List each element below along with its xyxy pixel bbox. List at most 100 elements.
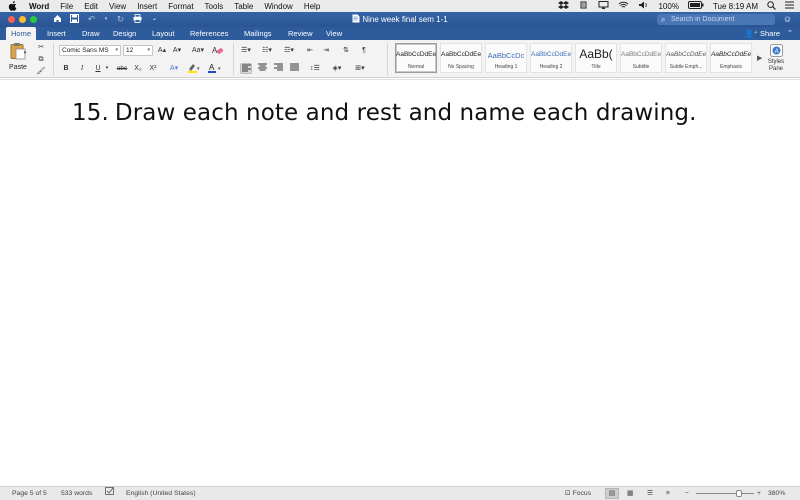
justify-button[interactable] xyxy=(288,63,300,74)
style-name: Heading 1 xyxy=(494,64,518,70)
align-center-button[interactable] xyxy=(256,63,268,74)
shrink-font-icon[interactable]: A▾ xyxy=(171,45,183,56)
menu-view[interactable]: View xyxy=(109,2,126,11)
search-input[interactable] xyxy=(671,16,771,23)
superscript-button[interactable]: X² xyxy=(147,63,159,74)
menu-edit[interactable]: Edit xyxy=(84,2,98,11)
battery-icon[interactable] xyxy=(687,1,704,11)
tab-view[interactable]: View xyxy=(321,27,347,40)
document-icon xyxy=(352,14,360,23)
share-button[interactable]: 👤⁺ Share xyxy=(745,27,780,40)
menu-table[interactable]: Table xyxy=(234,2,253,11)
style-subtle-emphasis[interactable]: AaBbCcDdEe Subtle Emph... xyxy=(665,43,707,73)
style-normal[interactable]: AaBbCcDdEe Normal xyxy=(395,43,437,73)
underline-button[interactable]: U xyxy=(92,63,104,74)
tab-draw[interactable]: Draw xyxy=(77,27,105,40)
feedback-smiley-icon[interactable]: ☺ xyxy=(782,14,793,25)
format-painter-icon[interactable]: 🖌 xyxy=(35,66,47,77)
proofing-icon[interactable] xyxy=(105,487,115,500)
style-subtitle[interactable]: AaBbCcDdEe Subtitle xyxy=(620,43,662,73)
menu-format[interactable]: Format xyxy=(168,2,193,11)
font-size-dropdown[interactable]: 12 ▾ xyxy=(123,45,153,56)
web-layout-view-icon[interactable]: ▦ xyxy=(627,487,633,500)
gallery-next-arrow-icon[interactable]: ▶ xyxy=(757,54,762,62)
word-count[interactable]: 533 words xyxy=(61,487,92,500)
bullets-icon[interactable]: ☰▾ xyxy=(238,45,254,56)
styles-pane-button[interactable]: A Styles Pane xyxy=(764,44,788,73)
print-layout-view-icon[interactable]: ▤ xyxy=(605,488,619,499)
tab-mailings[interactable]: Mailings xyxy=(239,27,277,40)
styles-pane-label-2: Pane xyxy=(768,66,783,72)
align-right-button[interactable] xyxy=(272,63,284,74)
spotlight-icon[interactable] xyxy=(767,0,776,12)
dropbox-icon[interactable] xyxy=(558,1,570,11)
draft-view-icon[interactable]: ≡ xyxy=(666,487,670,500)
change-case-icon[interactable]: Aa▾ xyxy=(190,45,206,56)
menu-tools[interactable]: Tools xyxy=(205,2,224,11)
sort-icon[interactable]: ⇅ xyxy=(340,45,352,56)
menu-help[interactable]: Help xyxy=(304,2,320,11)
tab-layout[interactable]: Layout xyxy=(147,27,180,40)
copy-icon[interactable]: ⧉ xyxy=(35,54,47,65)
collapse-ribbon-icon[interactable]: ⌃ xyxy=(787,27,793,40)
tab-references[interactable]: References xyxy=(185,27,233,40)
menu-window[interactable]: Window xyxy=(264,2,292,11)
evernote-icon[interactable] xyxy=(578,1,589,11)
chevron-down-icon: ▾ xyxy=(115,47,118,53)
font-color-icon[interactable]: A ▾ xyxy=(206,63,224,74)
numbering-icon[interactable]: ☷▾ xyxy=(259,45,275,56)
zoom-level[interactable]: 380% xyxy=(768,487,785,500)
grow-font-icon[interactable]: A▴ xyxy=(156,45,168,56)
document-page[interactable]: 15. Draw each note and rest and name each… xyxy=(0,80,800,486)
style-title[interactable]: AaBb( Title xyxy=(575,43,617,73)
menubar-clock[interactable]: Tue 8:19 AM xyxy=(713,2,758,11)
decrease-indent-icon[interactable]: ⇤ xyxy=(304,45,316,56)
tab-review[interactable]: Review xyxy=(283,27,318,40)
italic-button[interactable]: I xyxy=(76,63,88,74)
tab-insert[interactable]: Insert xyxy=(42,27,71,40)
style-heading-2[interactable]: AaBbCcDdEe Heading 2 xyxy=(530,43,572,73)
multilevel-list-icon[interactable]: ☲▾ xyxy=(281,45,297,56)
style-sample: AaBbCcDdEe xyxy=(396,51,436,58)
zoom-slider-track[interactable] xyxy=(696,493,754,494)
borders-icon[interactable]: ⊞▾ xyxy=(352,63,368,74)
menu-insert[interactable]: Insert xyxy=(137,2,157,11)
page-count[interactable]: Page 5 of 5 xyxy=(12,487,47,500)
paste-options-chevron-icon[interactable]: ▾ xyxy=(22,48,28,59)
zoom-in-icon[interactable]: + xyxy=(757,487,761,500)
clear-formatting-icon[interactable]: A xyxy=(212,45,224,56)
menu-file[interactable]: File xyxy=(60,2,73,11)
show-formatting-marks-icon[interactable]: ¶ xyxy=(358,45,370,56)
style-heading-1[interactable]: AaBbCcDc Heading 1 xyxy=(485,43,527,73)
language-indicator[interactable]: English (United States) xyxy=(126,487,196,500)
tab-design[interactable]: Design xyxy=(108,27,141,40)
strikethrough-button[interactable]: abc xyxy=(114,63,130,74)
focus-mode-button[interactable]: ⊡ Focus xyxy=(565,487,591,500)
bold-button[interactable]: B xyxy=(60,63,72,74)
wifi-icon[interactable] xyxy=(618,1,629,11)
zoom-slider-thumb[interactable] xyxy=(736,490,742,497)
volume-icon[interactable] xyxy=(638,1,649,11)
outline-view-icon[interactable]: ☰ xyxy=(647,487,653,500)
menu-app-word[interactable]: Word xyxy=(29,2,49,11)
line-spacing-icon[interactable]: ↕☰ xyxy=(307,63,323,74)
tab-home[interactable]: Home xyxy=(6,27,37,40)
text-effects-icon[interactable]: A▾ xyxy=(166,63,182,74)
airplay-icon[interactable] xyxy=(598,1,609,11)
highlight-icon[interactable]: ▾ xyxy=(186,63,202,74)
chevron-down-icon[interactable]: ▾ xyxy=(104,63,110,74)
increase-indent-icon[interactable]: ⇥ xyxy=(320,45,332,56)
search-in-document-box[interactable]: ⌕ xyxy=(657,14,775,25)
cut-icon[interactable]: ✂ xyxy=(35,42,47,53)
style-name: Subtitle xyxy=(632,64,650,70)
document-paragraph[interactable]: 15. Draw each note and rest and name each… xyxy=(72,100,697,126)
zoom-out-icon[interactable]: − xyxy=(685,487,689,500)
style-no-spacing[interactable]: AaBbCcDdEe No Spacing xyxy=(440,43,482,73)
subscript-button[interactable]: X₂ xyxy=(132,63,144,74)
style-emphasis[interactable]: AaBbCcDdEe Emphasis xyxy=(710,43,752,73)
shading-icon[interactable]: ◈▾ xyxy=(330,63,344,74)
align-left-button[interactable] xyxy=(240,63,252,74)
apple-icon[interactable] xyxy=(8,1,18,11)
notification-center-icon[interactable] xyxy=(785,1,794,11)
font-name-dropdown[interactable]: Comic Sans MS ▾ xyxy=(59,45,121,56)
